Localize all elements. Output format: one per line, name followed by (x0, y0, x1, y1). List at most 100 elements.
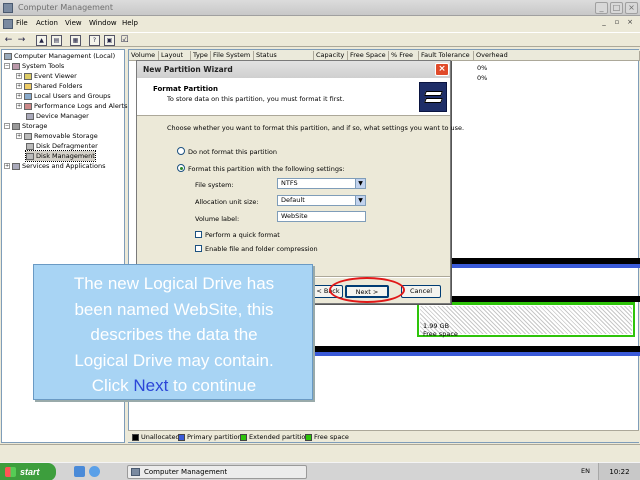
mdi-minimize-icon[interactable]: _ (599, 18, 609, 28)
maximize-button[interactable]: □ (610, 2, 623, 14)
legend-free: Free space (305, 433, 349, 441)
column-type[interactable]: Type (191, 51, 211, 60)
tree-item-removable-storage[interactable]: + Removable Storage (16, 131, 98, 141)
legend-label: Extended partition (249, 433, 310, 441)
column-free-space[interactable]: Free Space (348, 51, 389, 60)
mdi-restore-icon[interactable]: ▫ (612, 18, 622, 28)
expand-icon[interactable]: + (16, 73, 22, 79)
column-overhead[interactable]: Overhead (474, 51, 640, 60)
tree-item-event-viewer[interactable]: + Event Viewer (16, 71, 77, 81)
cancel-button[interactable]: Cancel (401, 285, 441, 298)
tree-item-services[interactable]: + Services and Applications (4, 161, 105, 171)
legend-label: Free space (314, 433, 349, 441)
volume-label-input[interactable]: WebSite (277, 211, 366, 222)
language-indicator[interactable]: EN (581, 467, 590, 475)
minimize-button[interactable]: _ (595, 2, 608, 14)
show-tree-icon[interactable]: ▤ (51, 35, 62, 46)
folder-icon (24, 82, 32, 90)
performance-icon (24, 102, 32, 110)
free-space-size: 1.99 GB (423, 322, 450, 330)
start-button[interactable]: start (0, 463, 56, 480)
defragmenter-icon (26, 142, 34, 150)
properties-icon[interactable]: ▦ (70, 35, 81, 46)
do-not-format-label[interactable]: Do not format this partition (188, 148, 277, 156)
column-file-system[interactable]: File System (211, 51, 254, 60)
dialog-close-button[interactable]: × (435, 63, 449, 76)
mdi-close-icon[interactable]: × (625, 18, 635, 28)
clock[interactable]: 10:22 (609, 468, 629, 476)
collapse-icon[interactable]: − (4, 63, 10, 69)
taskbar-item-computer-management[interactable]: Computer Management (127, 465, 307, 479)
tree-item-local-users[interactable]: + Local Users and Groups (16, 91, 111, 101)
collapse-icon[interactable]: − (4, 123, 10, 129)
callout-text: The new Logical Drive has been named Web… (34, 271, 314, 399)
menu-help[interactable]: Help (122, 19, 138, 27)
computer-icon (4, 52, 12, 60)
tree-label: Event Viewer (34, 72, 77, 80)
help-icon[interactable]: ? (89, 35, 100, 46)
expand-icon[interactable]: + (16, 83, 22, 89)
compression-checkbox[interactable] (195, 245, 202, 252)
tree-item-storage[interactable]: − Storage (4, 121, 47, 131)
expand-icon[interactable]: + (16, 133, 22, 139)
expand-icon[interactable]: + (16, 103, 22, 109)
callout-line: Click Next to continue (34, 373, 314, 399)
row-percent-free: 0% (477, 64, 488, 72)
internet-explorer-icon[interactable] (89, 466, 100, 477)
tree-label: Removable Storage (34, 132, 98, 140)
status-bar (0, 444, 640, 462)
show-desktop-icon[interactable] (74, 466, 85, 477)
format-partition-label[interactable]: Format this partition with the following… (188, 165, 345, 173)
tree-item-root[interactable]: Computer Management (Local) (4, 51, 115, 61)
menu-view[interactable]: View (65, 19, 82, 27)
expand-icon[interactable]: + (4, 163, 10, 169)
do-not-format-radio[interactable] (177, 147, 185, 155)
tree-item-shared-folders[interactable]: + Shared Folders (16, 81, 82, 91)
forward-arrow-icon[interactable]: → (16, 35, 27, 46)
column-percent-free[interactable]: % Free (389, 51, 419, 60)
refresh-icon[interactable]: ▣ (104, 35, 115, 46)
menu-file[interactable]: File (16, 19, 28, 27)
free-space-partition[interactable]: 1.99 GB Free space (417, 303, 635, 338)
compression-label[interactable]: Enable file and folder compression (205, 245, 318, 253)
callout-line: been named WebSite, this (74, 299, 274, 319)
close-button[interactable]: × (625, 2, 638, 14)
allocation-unit-select[interactable]: Default ▼ (277, 195, 366, 206)
chevron-down-icon[interactable]: ▼ (355, 196, 365, 205)
disk-management-icon (26, 152, 34, 160)
chevron-down-icon[interactable]: ▼ (355, 179, 365, 188)
menu-bar: File Action View Window Help (0, 17, 640, 31)
column-layout[interactable]: Layout (159, 51, 191, 60)
tree-item-disk-defragmenter[interactable]: Disk Defragmenter (26, 141, 98, 151)
legend-label: Unallocated (141, 433, 180, 441)
back-arrow-icon[interactable]: ← (3, 35, 14, 46)
tree-item-perf-logs[interactable]: + Performance Logs and Alerts (16, 101, 127, 111)
column-volume[interactable]: Volume (129, 51, 159, 60)
mdi-window-icon[interactable] (3, 19, 13, 29)
title-bar: Computer Management _ □ × (0, 0, 640, 16)
tree-item-system-tools[interactable]: − System Tools (4, 61, 64, 71)
device-manager-icon (26, 112, 34, 120)
legend-unallocated: Unallocated (132, 433, 180, 441)
free-space-label: Free space (423, 330, 458, 338)
tutorial-callout: The new Logical Drive has been named Web… (33, 264, 313, 400)
menu-window[interactable]: Window (89, 19, 117, 27)
file-system-select[interactable]: NTFS ▼ (277, 178, 366, 189)
format-partition-radio[interactable] (177, 164, 185, 172)
menu-action[interactable]: Action (36, 19, 58, 27)
dialog-title: New Partition Wizard (143, 65, 233, 74)
up-folder-icon[interactable]: ▲ (36, 35, 47, 46)
expand-icon[interactable]: + (16, 93, 22, 99)
services-icon (12, 162, 20, 170)
column-status[interactable]: Status (254, 51, 314, 60)
taskbar-item-label: Computer Management (144, 468, 228, 476)
quick-format-checkbox[interactable] (195, 231, 202, 238)
column-capacity[interactable]: Capacity (314, 51, 348, 60)
toolbar-check-icon[interactable]: ☑ (119, 35, 130, 46)
tree-item-disk-management[interactable]: Disk Management (25, 150, 96, 162)
quick-format-label[interactable]: Perform a quick format (205, 231, 280, 239)
column-fault-tolerance[interactable]: Fault Tolerance (419, 51, 474, 60)
tree-item-device-manager[interactable]: Device Manager (26, 111, 89, 121)
callout-next-word: Next (133, 376, 169, 395)
legend-primary: Primary partition (178, 433, 242, 441)
